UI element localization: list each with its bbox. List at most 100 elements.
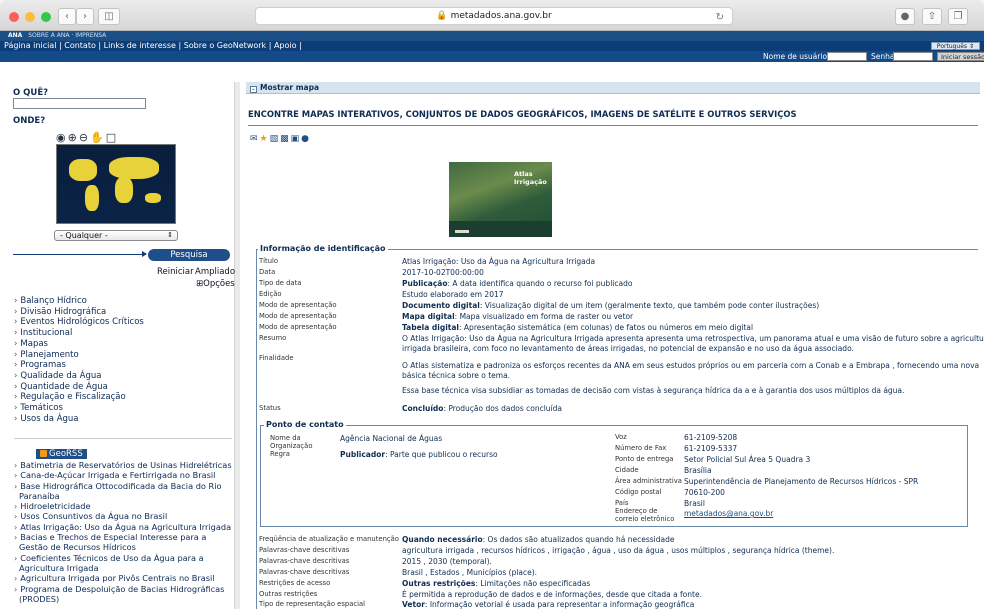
email-link[interactable]: metadados@ana.gov.br	[684, 509, 773, 518]
field-label: Modo de apresentação	[259, 301, 337, 309]
arrow-decoration	[13, 251, 147, 257]
field-label: Palavras-chave descritivas	[259, 546, 350, 554]
field-label: Área administrativa	[615, 477, 682, 485]
rss-item[interactable]: Batimetria de Reservatórios de Usinas Hi…	[14, 460, 234, 470]
ana-logo[interactable]: ANA	[8, 32, 22, 39]
rss-item[interactable]: Hidroeletricidade	[14, 501, 234, 511]
field-value: Mapa digital: Mapa visualizado em forma …	[402, 312, 633, 321]
rss-item[interactable]: Usos Consuntivos da Água no Brasil	[14, 511, 234, 521]
search-button[interactable]: Pesquisa	[148, 249, 230, 261]
facebook-icon[interactable]: ▣	[291, 134, 302, 144]
category-item[interactable]: Usos da Água	[14, 414, 144, 425]
rss-item[interactable]: Agricultura Irrigada por Pivôs Centrais …	[14, 573, 234, 583]
email-icon[interactable]: ✉	[250, 134, 260, 144]
close-window-icon[interactable]	[9, 12, 19, 22]
field-value: O Atlas Irrigação: Uso da Água na Agricu…	[402, 334, 984, 343]
category-item[interactable]: Balanço Hídrico	[14, 296, 144, 307]
category-item[interactable]: Mapas	[14, 339, 144, 350]
zoom-out-icon[interactable]: ⊖	[79, 131, 90, 144]
thumbnail-title: Atlas Irrigação	[514, 170, 547, 186]
brand-link-sobre[interactable]: SOBRE A ANA	[28, 32, 69, 39]
field-value: Essa base técnica visa subsidiar as toma…	[402, 386, 905, 395]
dataset-thumbnail[interactable]: Atlas Irrigação	[449, 162, 552, 237]
category-item[interactable]: Divisão Hidrográfica	[14, 307, 144, 318]
field-value-text: : Os dados são atualizados quando há nec…	[482, 535, 675, 544]
rss-item[interactable]: Atlas Irrigação: Uso da Água na Agricult…	[14, 522, 234, 532]
reset-link[interactable]: Reiniciar	[157, 267, 194, 277]
delicious-icon[interactable]: ▩	[280, 134, 291, 144]
browser-window: ‹ › ◫ 🔒 metadados.ana.gov.br ↻ ● ⇧ ❐ ANA …	[0, 0, 984, 609]
category-item[interactable]: Regulação e Fiscalização	[14, 392, 144, 403]
field-value: básica técnica sobre o tema.	[402, 371, 511, 380]
rss-item[interactable]: Coeficientes Técnicos de Uso da Água par…	[14, 553, 234, 574]
metadata-panel: ⌄ Mostrar mapa ENCONTRE MAPAS INTERATIVOS…	[246, 82, 984, 609]
region-select[interactable]: - Qualquer - ⇕	[54, 230, 178, 241]
field-value: Brasil , Estados , Municípios (place).	[402, 568, 538, 577]
options-link[interactable]: ⊞Opções	[196, 279, 235, 289]
select-box-icon[interactable]: □	[106, 131, 118, 144]
bookmark-icon[interactable]: ▧	[270, 134, 281, 144]
category-item[interactable]: Eventos Hidrológicos Críticos	[14, 317, 143, 328]
field-value: Outras restrições: Limitações não especi…	[402, 579, 590, 588]
language-label: Português	[936, 43, 968, 50]
star-icon[interactable]: ★	[260, 134, 270, 144]
rss-icon	[40, 450, 47, 457]
thumbnail-tag	[455, 230, 469, 233]
advanced-link[interactable]: Ampliado	[195, 267, 235, 277]
rss-item[interactable]: Bacias e Trechos de Especial Interesse p…	[14, 532, 234, 553]
field-value: Setor Policial Sul Área 5 Quadra 3	[684, 455, 811, 464]
zoom-extent-icon[interactable]: ◉	[56, 131, 68, 144]
field-value-text: : A data identifica quando o recurso foi…	[447, 279, 633, 288]
field-label: Data	[259, 268, 276, 276]
rss-item[interactable]: Programa de Despoluição de Bacias Hidrog…	[14, 584, 234, 605]
sidebar-toggle-icon[interactable]: ◫	[98, 8, 120, 25]
sidebar-divider[interactable]	[234, 82, 240, 609]
what-label: O QUÊ?	[13, 88, 49, 98]
field-value: O Atlas sistematiza e padroniza os esfor…	[402, 361, 980, 370]
language-select[interactable]: Português ⇕	[930, 42, 980, 50]
rss-item[interactable]: Base Hidrográfica Ottocodificada da Baci…	[14, 481, 234, 502]
top-menu-links[interactable]: Página inicial | Contato | Links de inte…	[4, 41, 302, 50]
minimize-window-icon[interactable]	[25, 12, 35, 22]
category-item[interactable]: Institucional	[14, 328, 144, 339]
globe-icon[interactable]: ●	[301, 134, 311, 144]
login-button[interactable]: Iniciar sessão	[937, 52, 984, 61]
login-bar: Nome de usuário Senha Iniciar sessão	[0, 51, 984, 62]
pan-hand-icon[interactable]: ✋	[90, 131, 106, 144]
show-map-bar[interactable]: ⌄ Mostrar mapa	[246, 82, 980, 94]
world-map[interactable]	[56, 144, 176, 224]
address-bar[interactable]: 🔒 metadados.ana.gov.br ↻	[255, 7, 733, 25]
brand-link-imprensa[interactable]: IMPRENSA	[75, 32, 106, 39]
category-item[interactable]: Qualidade da Água	[14, 371, 144, 382]
field-value-bold: Vetor	[402, 600, 425, 609]
field-value: 2017-10-02T00:00:00	[402, 268, 484, 277]
chevron-down-icon: ⌄	[250, 86, 257, 93]
field-value: É permitida a reprodução de dados e de i…	[402, 590, 702, 599]
rss-item[interactable]: Cana-de-Açúcar Irrigada e Fertirrigada n…	[14, 470, 234, 480]
username-input[interactable]	[827, 52, 867, 61]
category-item[interactable]: Temáticos	[14, 403, 144, 414]
forward-icon[interactable]: ›	[76, 8, 94, 25]
map-land	[85, 185, 99, 211]
field-value-text: : Limitações não especificadas	[475, 579, 591, 588]
password-input[interactable]	[893, 52, 933, 61]
field-value-bold: Documento digital	[402, 301, 480, 310]
zoom-in-icon[interactable]: ⊕	[68, 131, 79, 144]
map-land	[109, 157, 159, 179]
back-icon[interactable]: ‹	[58, 8, 76, 25]
category-item[interactable]: Quantidade de Água	[14, 382, 144, 393]
field-value: Publicador: Parte que publicou o recurso	[340, 450, 498, 459]
category-item[interactable]: Programas	[14, 360, 144, 371]
field-label: Código postal	[615, 488, 662, 496]
reload-icon[interactable]: ↻	[716, 10, 724, 26]
what-search-input[interactable]	[13, 98, 146, 109]
field-label: Modo de apresentação	[259, 312, 337, 320]
category-item[interactable]: Planejamento	[14, 350, 144, 361]
share-icon[interactable]: ⇧	[922, 8, 942, 25]
tabs-overview-icon[interactable]: ❐	[948, 8, 968, 25]
zoom-window-icon[interactable]	[41, 12, 51, 22]
field-label: Freqüência de atualização e manutenção	[259, 535, 399, 543]
field-value: agricultura irrigada , recursos hídricos…	[402, 546, 835, 555]
downloads-icon[interactable]: ●	[895, 8, 915, 25]
georss-badge[interactable]: GeoRSS	[36, 449, 87, 459]
